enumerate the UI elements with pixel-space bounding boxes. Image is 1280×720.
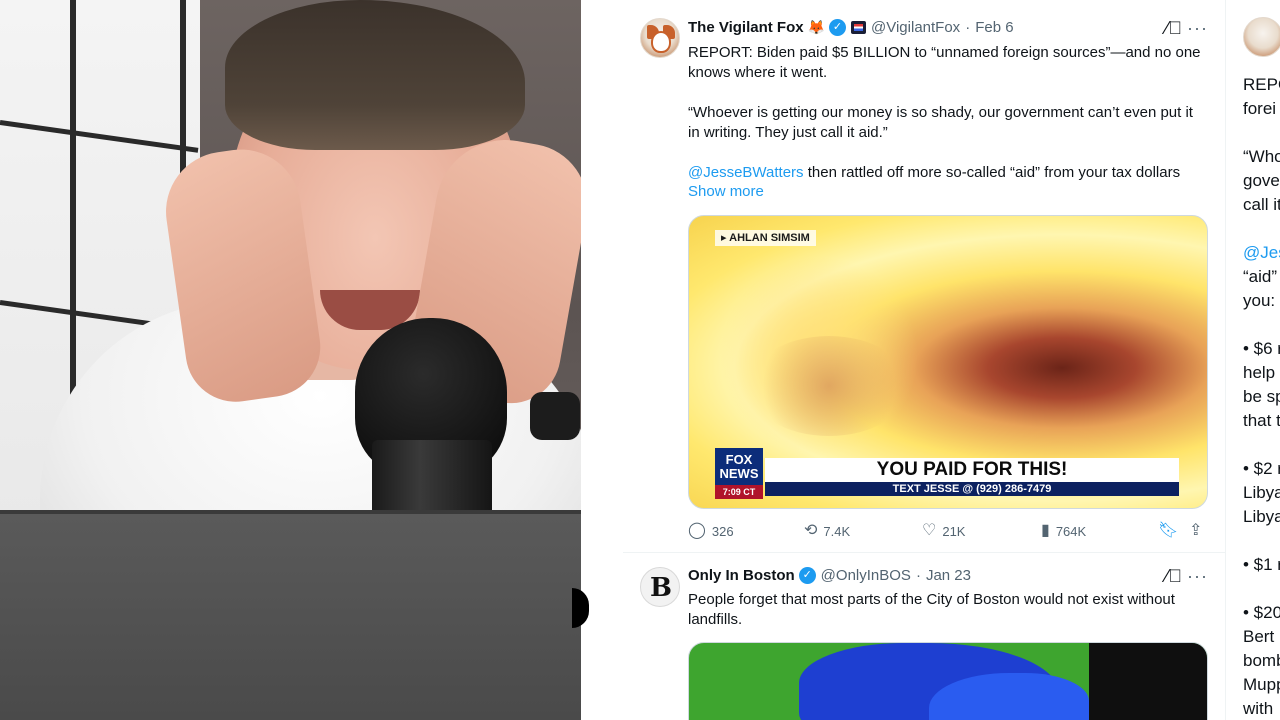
- like-count: 21K: [942, 523, 966, 539]
- grok-icon[interactable]: ⁄⃥: [1165, 566, 1182, 587]
- like-button[interactable]: ♡ 21K: [922, 521, 965, 541]
- bookmark-button[interactable]: 🔖︎: [1158, 521, 1184, 541]
- reply-count: 326: [711, 523, 734, 539]
- tweet-text: REPORT: Biden paid $5 BILLION to “unname…: [688, 43, 1208, 183]
- clipped-text-line: help: [1243, 363, 1276, 382]
- clipped-text-line: [1243, 529, 1280, 553]
- reply-button[interactable]: ◯ 326: [688, 521, 734, 541]
- avatar[interactable]: [1243, 17, 1280, 57]
- timeline-feed[interactable]: The Vigilant Fox 🦊 ✓ @VigilantFox · Feb …: [623, 0, 1225, 720]
- more-icon[interactable]: ···: [1187, 566, 1208, 587]
- views-button[interactable]: ▮ 764K: [1041, 521, 1086, 541]
- tweet-paragraph: @JesseBWatters then rattled off more so-…: [688, 163, 1208, 183]
- tweet-date[interactable]: Jan 23: [926, 567, 971, 584]
- clipped-text-line: with: [1243, 699, 1274, 718]
- logo-text: FOX: [725, 452, 753, 467]
- laptop-lid: [0, 510, 581, 720]
- heart-icon: ♡: [922, 522, 937, 539]
- screen: The Vigilant Fox 🦊 ✓ @VigilantFox · Feb …: [0, 0, 1280, 720]
- logo-time: 7:09 CT: [715, 485, 763, 499]
- verified-badge-icon: ✓: [798, 567, 816, 584]
- clipped-text-line: “aid”: [1243, 267, 1278, 286]
- webcam-video: [0, 0, 581, 720]
- chyron-subline: TEXT JESSE @ (929) 286-7479: [765, 482, 1179, 496]
- clipped-text-line: • $1 r: [1243, 555, 1280, 574]
- more-icon[interactable]: ···: [1187, 18, 1208, 39]
- clipped-text-line: [1243, 217, 1280, 241]
- clipped-text-line: Bert: [1243, 627, 1275, 646]
- views-count: 764K: [1055, 523, 1087, 539]
- separator-dot: ·: [965, 19, 971, 36]
- retweet-count: 7.4K: [823, 523, 851, 539]
- clipped-text-line: call it: [1243, 195, 1280, 214]
- tweet-paragraph: “Whoever is getting our money is so shad…: [688, 104, 1193, 141]
- tweet-date[interactable]: Feb 6: [975, 19, 1013, 36]
- clipped-text-line: Libya: [1243, 507, 1280, 526]
- share-button[interactable]: ⇪: [1189, 521, 1208, 541]
- logo-text: NEWS: [719, 466, 759, 481]
- clipped-text-line: [1243, 313, 1280, 337]
- clipped-tweet-text: REPO forei “Who gove call it @Jes “aid” you: • $…: [1243, 73, 1280, 720]
- handle[interactable]: @OnlyInBOS: [821, 567, 911, 584]
- tweet-paragraph-rest: then rattled off more so-called “aid” fr…: [803, 164, 1181, 181]
- image-dark-panel: [1089, 643, 1207, 720]
- clipped-text-line: you:: [1243, 291, 1276, 310]
- tweet-header: The Vigilant Fox 🦊 ✓ @VigilantFox · Feb …: [623, 18, 1225, 39]
- clipped-text-line: @Jes: [1243, 243, 1280, 262]
- clipped-text-line: [1243, 121, 1280, 145]
- video-corner-tag: ▸ AHLAN SIMSIM: [715, 230, 816, 246]
- retweet-icon: ⟲: [804, 522, 818, 539]
- tweet-card[interactable]: B Only In Boston ✓ @OnlyInBOS · Jan 23 ⁄…: [623, 552, 1225, 720]
- clipped-text-line: Mupp: [1243, 675, 1280, 694]
- display-name[interactable]: The Vigilant Fox: [688, 19, 804, 36]
- display-name[interactable]: Only In Boston: [688, 567, 795, 584]
- verified-badge-icon: ✓: [829, 19, 847, 36]
- bookmark-icon: 🔖︎: [1158, 522, 1179, 539]
- tweet-text: People forget that most parts of the Cit…: [688, 591, 1175, 628]
- tweet-card[interactable]: The Vigilant Fox 🦊 ✓ @VigilantFox · Feb …: [623, 0, 1225, 552]
- reply-icon: ◯: [688, 522, 706, 539]
- clipped-text-line: • $6 r: [1243, 339, 1280, 358]
- grok-icon[interactable]: ⁄⃥: [1165, 18, 1182, 39]
- clipped-text-line: be sp: [1243, 387, 1280, 406]
- tweet-image[interactable]: [688, 642, 1208, 720]
- views-icon: ▮: [1041, 522, 1050, 539]
- affiliation-badge-icon[interactable]: [851, 21, 867, 34]
- tweet-author: Only In Boston ✓ @OnlyInBOS · Jan 23: [688, 567, 971, 584]
- tweet-paragraph: REPORT: Biden paid $5 BILLION to “unname…: [688, 44, 1201, 81]
- show-more-link[interactable]: Show more: [688, 183, 764, 200]
- fox-emoji: 🦊: [807, 19, 826, 35]
- fox-news-logo: FOX NEWS 7:09 CT: [715, 448, 763, 499]
- retweet-button[interactable]: ⟲ 7.4K: [804, 521, 850, 541]
- clipped-text-line: REPO: [1243, 75, 1280, 94]
- tweet-video[interactable]: ▸ AHLAN SIMSIM FOX NEWS 7:09 CT YOU PAID…: [688, 215, 1208, 509]
- tweet-actions: ◯ 326 ⟲ 7.4K ♡ 21K ▮ 764K 🔖︎ ⇪: [688, 520, 1208, 542]
- handle[interactable]: @VigilantFox: [871, 19, 960, 36]
- clipped-text-line: • $2 r: [1243, 459, 1280, 478]
- clipped-text-line: [1243, 433, 1280, 457]
- clipped-text-line: that t: [1243, 411, 1280, 430]
- mention-link[interactable]: @JesseBWatters: [688, 164, 804, 181]
- chyron-headline: YOU PAID FOR THIS!: [765, 458, 1179, 482]
- share-icon: ⇪: [1189, 522, 1203, 539]
- clipped-text-line: gove: [1243, 171, 1280, 190]
- clipped-text-line: Libya: [1243, 483, 1280, 502]
- clipped-text-line: • $20: [1243, 603, 1280, 622]
- video-frame-blur: [749, 336, 909, 436]
- clipped-text-line: forei: [1243, 99, 1277, 118]
- tweet-author: The Vigilant Fox 🦊 ✓ @VigilantFox · Feb …: [688, 19, 1014, 36]
- separator-dot: ·: [915, 567, 921, 584]
- clipped-text-line: “Who: [1243, 147, 1280, 166]
- clipped-text-line: bomb: [1243, 651, 1280, 670]
- wristwatch: [530, 392, 580, 440]
- tweet-header: Only In Boston ✓ @OnlyInBOS · Jan 23 ⁄⃥ …: [623, 566, 1225, 587]
- secondary-tweet-column[interactable]: REPO forei “Who gove call it @Jes “aid” you: • $…: [1225, 0, 1280, 720]
- clipped-text-line: [1243, 577, 1280, 601]
